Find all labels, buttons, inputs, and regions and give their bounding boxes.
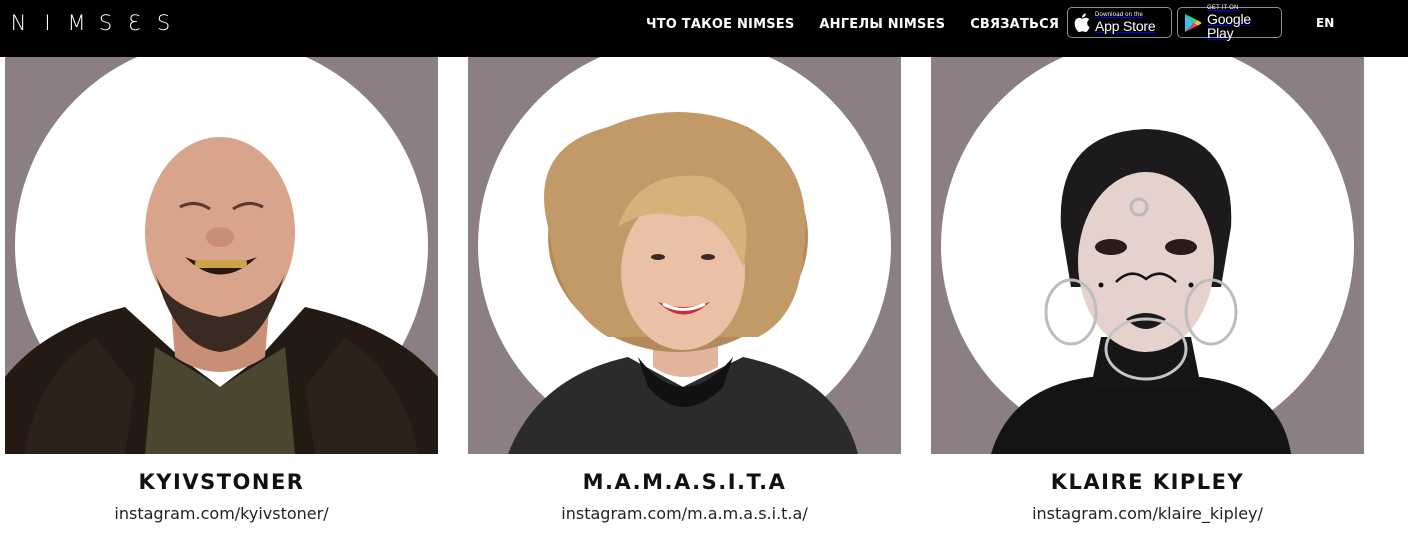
angel-instagram-link[interactable]: instagram.com/kyivstoner/ bbox=[5, 504, 438, 523]
logo-letter: I bbox=[44, 11, 51, 35]
angel-card: KYIVSTONER instagram.com/kyivstoner/ bbox=[5, 57, 438, 523]
google-play-button[interactable]: GET IT ON Google Play bbox=[1177, 5, 1282, 41]
apple-icon bbox=[1074, 13, 1090, 32]
nav-contact[interactable]: СВЯЗАТЬСЯ bbox=[970, 17, 1059, 32]
main-nav: ЧТО ТАКОЕ NIMSES АНГЕЛЫ NIMSES СВЯЗАТЬСЯ bbox=[646, 0, 1084, 48]
angel-name: KLAIRE KIPLEY bbox=[1050, 470, 1245, 494]
angel-name: KYIVSTONER bbox=[138, 470, 305, 494]
angel-name: M.A.M.A.S.I.T.A bbox=[582, 470, 787, 494]
angel-photo bbox=[468, 57, 901, 454]
logo-letter: S bbox=[156, 11, 171, 35]
logo-letter: N bbox=[10, 11, 27, 35]
top-navigation-bar: N I M S Ɛ S ЧТО ТАКОЕ NIMSES АНГЕЛЫ NIMS… bbox=[0, 0, 1408, 57]
portrait-woman-curly-illustration bbox=[508, 112, 858, 454]
logo-letter: Ɛ bbox=[128, 11, 141, 35]
app-store-button[interactable]: Download on the App Store bbox=[1067, 7, 1172, 38]
angel-card: KLAIRE KIPLEY instagram.com/klaire_kiple… bbox=[931, 57, 1364, 523]
angel-card: M.A.M.A.S.I.T.A instagram.com/m.a.m.a.s.… bbox=[468, 57, 901, 523]
logo-letter: S bbox=[98, 11, 113, 35]
angel-instagram-link[interactable]: instagram.com/klaire_kipley/ bbox=[931, 504, 1364, 523]
language-switch[interactable]: EN bbox=[1316, 16, 1334, 30]
google-play-label: Google Play bbox=[1207, 11, 1251, 41]
logo-letter: M bbox=[67, 11, 86, 35]
nimses-logo[interactable]: N I M S Ɛ S bbox=[4, 12, 178, 34]
google-play-icon bbox=[1185, 13, 1202, 32]
angel-instagram-link[interactable]: instagram.com/m.a.m.a.s.i.t.a/ bbox=[468, 504, 901, 523]
portrait-woman-piercings-illustration bbox=[991, 129, 1291, 454]
nav-what-is-nimses[interactable]: ЧТО ТАКОЕ NIMSES bbox=[646, 17, 794, 32]
portrait-man-illustration bbox=[5, 137, 438, 454]
angel-photo bbox=[931, 57, 1364, 454]
nav-nimses-angels[interactable]: АНГЕЛЫ NIMSES bbox=[819, 17, 945, 32]
angel-photo bbox=[5, 57, 438, 454]
app-store-label: App Store bbox=[1095, 18, 1156, 34]
